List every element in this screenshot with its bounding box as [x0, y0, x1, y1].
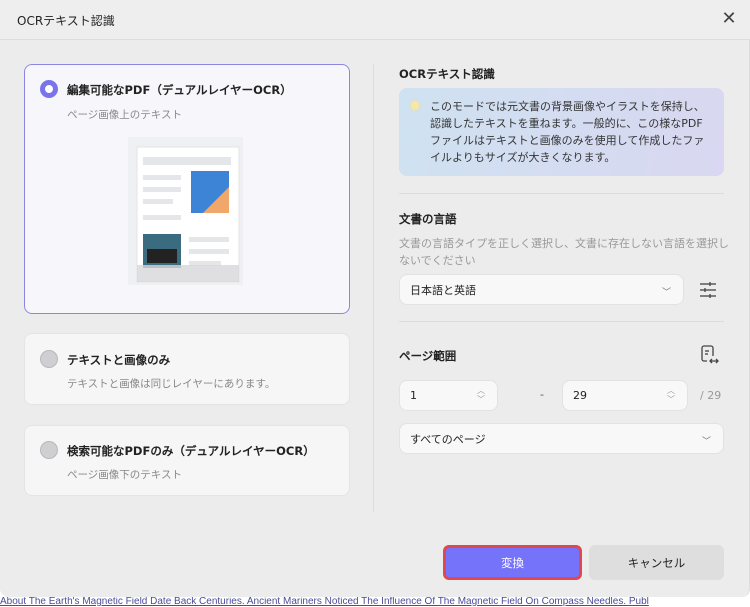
divider	[399, 193, 724, 194]
option-editable-pdf[interactable]: 編集可能なPDF（デュアルレイヤーOCR） ページ画像上のテキスト	[24, 64, 350, 314]
language-value: 日本語と英語	[410, 283, 476, 297]
info-box: このモードでは元文書の背景画像やイラストを保持し、認識したテキストを重ねます。一…	[399, 88, 724, 176]
option-searchable-pdf[interactable]: 検索可能なPDFのみ（デュアルレイヤーOCR） ページ画像下のテキスト	[24, 425, 350, 496]
dialog-header: OCRテキスト認識 ✕	[0, 0, 750, 40]
column-divider	[373, 64, 374, 512]
convert-button[interactable]: 変換	[443, 545, 582, 580]
page-to-value: 29	[573, 389, 587, 402]
background-document-text: About The Earth's Magnetic Field Date Ba…	[0, 596, 649, 607]
cancel-button[interactable]: キャンセル	[589, 545, 724, 580]
dialog-title: OCRテキスト認識	[17, 14, 115, 28]
stepper-arrows-icon[interactable]: ︿ ﹀	[477, 386, 485, 404]
lightbulb-icon	[411, 101, 419, 110]
document-illustration-icon	[128, 137, 243, 285]
divider	[399, 321, 724, 322]
chevron-down-icon: ﹀	[701, 436, 711, 447]
page-preset-select[interactable]: すべてのページ ﹀	[399, 423, 724, 454]
option-subtitle: テキストと画像は同じレイヤーにあります。	[67, 378, 276, 390]
option-text-and-image[interactable]: テキストと画像のみ テキストと画像は同じレイヤーにあります。	[24, 333, 350, 405]
option-title: 編集可能なPDF（デュアルレイヤーOCR）	[67, 83, 292, 97]
settings-heading: OCRテキスト認識	[399, 67, 495, 81]
page-to-input[interactable]: 29 ︿ ﹀	[562, 380, 688, 411]
ocr-dialog: OCRテキスト認識 ✕ 編集可能なPDF（デュアルレイヤーOCR） ページ画像上…	[0, 0, 750, 597]
radio-unselected[interactable]	[40, 350, 58, 368]
language-select[interactable]: 日本語と英語 ﹀	[399, 274, 684, 305]
page-range-swap-icon[interactable]	[698, 343, 720, 365]
page-from-value: 1	[410, 389, 417, 402]
close-icon[interactable]: ✕	[719, 10, 739, 30]
page-total: / 29	[700, 389, 722, 402]
stepper-arrows-icon[interactable]: ︿ ﹀	[667, 386, 675, 404]
language-description: 文書の言語タイプを正しく選択し、文書に存在しない言語を選択しないでください	[399, 237, 729, 267]
radio-unselected[interactable]	[40, 441, 58, 459]
radio-selected[interactable]	[40, 80, 58, 98]
option-title: テキストと画像のみ	[67, 353, 171, 367]
range-separator: -	[540, 388, 544, 401]
page-preset-value: すべてのページ	[410, 432, 486, 446]
language-label: 文書の言語	[399, 212, 457, 226]
page-range-label: ページ範囲	[399, 349, 457, 363]
info-text: このモードでは元文書の背景画像やイラストを保持し、認識したテキストを重ねます。一…	[430, 100, 705, 164]
option-subtitle: ページ画像上のテキスト	[67, 109, 182, 121]
language-settings-icon[interactable]	[697, 279, 719, 301]
chevron-down-icon: ﹀	[661, 287, 671, 298]
option-subtitle: ページ画像下のテキスト	[67, 469, 182, 481]
option-title: 検索可能なPDFのみ（デュアルレイヤーOCR）	[67, 444, 315, 458]
page-from-input[interactable]: 1 ︿ ﹀	[399, 380, 498, 411]
